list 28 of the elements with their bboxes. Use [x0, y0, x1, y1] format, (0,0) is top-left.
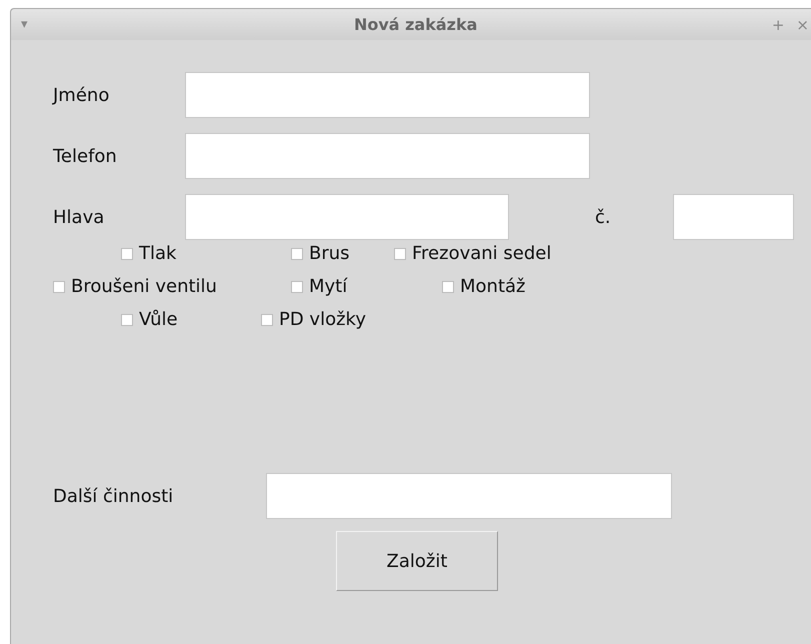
checkbox-label[interactable]: Brus — [309, 243, 350, 264]
field-label: Jméno — [53, 84, 110, 106]
checkbox[interactable] — [442, 280, 454, 292]
number-field[interactable] — [673, 194, 794, 240]
checkbox[interactable] — [291, 248, 303, 260]
checkbox[interactable] — [121, 314, 133, 326]
checkbox-label[interactable]: Vůle — [139, 309, 178, 330]
input-field[interactable] — [185, 72, 590, 118]
input-field[interactable] — [185, 133, 590, 179]
checkbox[interactable] — [261, 314, 273, 326]
checkbox-label[interactable]: Montáž — [460, 276, 526, 297]
field-label: Telefon — [53, 146, 118, 166]
field-label: Další činnosti — [53, 486, 174, 506]
checkbox-label[interactable]: Mytí — [309, 276, 348, 297]
checkbox[interactable] — [53, 280, 65, 292]
submit-button[interactable]: Založit — [336, 531, 498, 591]
checkbox[interactable] — [121, 248, 133, 260]
field-label: č. — [595, 206, 612, 228]
checkbox-label[interactable]: Frezovani sedel — [412, 243, 552, 264]
checkbox-label[interactable]: Tlak — [139, 243, 176, 264]
checkbox-label[interactable]: PD vložky — [279, 309, 366, 330]
checkbox[interactable] — [394, 248, 406, 260]
checkbox[interactable] — [291, 280, 303, 292]
input-field[interactable] — [185, 194, 509, 240]
input-field[interactable] — [266, 473, 672, 519]
checkbox-label[interactable]: Broušeni ventilu — [71, 276, 217, 297]
window-title: Nová zakázka — [352, 15, 478, 34]
field-label: Hlava — [53, 206, 106, 228]
